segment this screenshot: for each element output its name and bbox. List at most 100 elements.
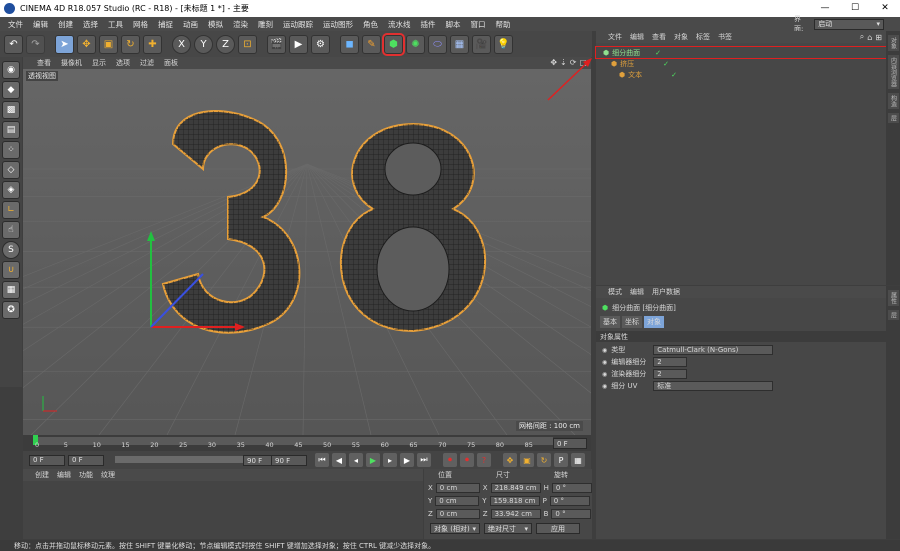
record-icon[interactable]: ⏺: [443, 453, 457, 467]
goto-end-icon[interactable]: ⏭: [417, 453, 431, 467]
attr-tab[interactable]: 坐标: [622, 316, 642, 328]
end-frame-field[interactable]: 90 F: [271, 455, 307, 466]
z-axis-icon[interactable]: Z: [216, 34, 235, 54]
render-icon[interactable]: ▶: [289, 34, 308, 54]
object-row[interactable]: ⬢ 挤压 ✓: [596, 58, 886, 69]
size-field[interactable]: 218.849 cm: [490, 482, 541, 493]
material-menu-item[interactable]: 纹理: [101, 470, 115, 480]
side-tab[interactable]: 内容浏览器: [887, 55, 899, 89]
key-scale-icon[interactable]: ▣: [520, 453, 534, 467]
redo-icon[interactable]: ↷: [26, 34, 45, 54]
workplane-icon[interactable]: ▤: [2, 121, 20, 139]
texture-mode-icon[interactable]: ▩: [2, 101, 20, 119]
search-icon[interactable]: ⌕: [860, 32, 864, 42]
object-row[interactable]: ⬢ 文本 ✓: [596, 69, 886, 80]
menu-item[interactable]: 角色: [363, 19, 378, 30]
x-axis-icon[interactable]: X: [172, 34, 191, 54]
menu-item[interactable]: 插件: [421, 19, 436, 30]
object-menu-item[interactable]: 编辑: [630, 32, 644, 42]
object-menu-item[interactable]: 文件: [608, 32, 622, 42]
position-field[interactable]: 0 cm: [435, 495, 480, 506]
make-editable-icon[interactable]: ◉: [2, 61, 20, 79]
size-field[interactable]: 159.818 cm: [489, 495, 540, 506]
move-icon[interactable]: ✥: [77, 34, 96, 54]
viewport-menu-item[interactable]: 摄像机: [61, 58, 82, 68]
attr-value-field[interactable]: 2: [653, 357, 688, 367]
edges-mode-icon[interactable]: ◇: [2, 161, 20, 179]
menu-item[interactable]: 雕刻: [258, 19, 273, 30]
viewport-canvas[interactable]: [23, 69, 591, 435]
object-row[interactable]: ⬢ 细分曲面 ✓: [595, 46, 887, 59]
attr-menu-item[interactable]: 编辑: [630, 287, 644, 297]
auto-key-icon[interactable]: ⏺: [460, 453, 474, 467]
coord-icon[interactable]: ⊡: [238, 34, 257, 54]
scale-icon[interactable]: ▣: [99, 34, 118, 54]
minimize-button[interactable]: —: [810, 0, 840, 17]
options-icon[interactable]: ⊞: [875, 33, 882, 42]
attr-menu-item[interactable]: 模式: [608, 287, 622, 297]
floor-icon[interactable]: ▦: [450, 34, 469, 54]
menu-item[interactable]: 模拟: [208, 19, 223, 30]
home-icon[interactable]: ⌂: [867, 33, 872, 42]
y-axis-icon[interactable]: Y: [194, 34, 213, 54]
menu-item[interactable]: 帮助: [496, 19, 511, 30]
animate-radio-icon[interactable]: ◉: [602, 383, 607, 390]
menu-item[interactable]: 窗口: [471, 19, 486, 30]
enabled-check-icon[interactable]: ✓: [671, 71, 677, 79]
side-tab[interactable]: 对象: [887, 35, 899, 51]
side-tab[interactable]: 构造: [887, 93, 899, 109]
menu-item[interactable]: 选择: [83, 19, 98, 30]
render-settings-icon[interactable]: ⚙: [311, 34, 330, 54]
object-menu-item[interactable]: 标签: [696, 32, 710, 42]
rotation-field[interactable]: 0 °: [549, 495, 590, 506]
subdivision-icon[interactable]: ⬢: [382, 32, 405, 56]
render-view-icon[interactable]: 🎬: [267, 34, 286, 54]
position-field[interactable]: 0 cm: [435, 482, 480, 493]
menu-item[interactable]: 捕捉: [158, 19, 173, 30]
enabled-check-icon[interactable]: ✓: [663, 60, 669, 68]
key-rotate-icon[interactable]: ↻: [537, 453, 551, 467]
menu-item[interactable]: 工具: [108, 19, 123, 30]
viewport-menu-item[interactable]: 显示: [92, 58, 106, 68]
rotation-field[interactable]: 0 °: [551, 482, 592, 493]
cube-icon[interactable]: ◼: [340, 34, 359, 54]
attr-side-tab[interactable]: 层: [887, 310, 899, 320]
material-menu-item[interactable]: 编辑: [57, 470, 71, 480]
model-mode-icon[interactable]: ◆: [2, 81, 20, 99]
viewport-menu-item[interactable]: 过滤: [140, 58, 154, 68]
axis-icon[interactable]: ∟: [2, 201, 20, 219]
attr-side-tab[interactable]: 属性: [887, 290, 899, 306]
enabled-check-icon[interactable]: ✓: [655, 49, 661, 57]
apply-button[interactable]: 应用: [536, 523, 580, 534]
undo-icon[interactable]: ↶: [4, 34, 23, 54]
layout-dropdown[interactable]: 启动 ▾: [814, 18, 884, 30]
goto-start-icon[interactable]: ⏮: [315, 453, 329, 467]
viewport-menu-item[interactable]: 查看: [37, 58, 51, 68]
menu-item[interactable]: 创建: [58, 19, 73, 30]
timeline-end-field[interactable]: 0 F: [553, 438, 587, 449]
magnet-icon[interactable]: ∪: [2, 261, 20, 279]
key-pla-icon[interactable]: ▦: [571, 453, 585, 467]
object-menu-item[interactable]: 书签: [718, 32, 732, 42]
maximize-button[interactable]: ☐: [840, 0, 870, 17]
menu-item[interactable]: 文件: [8, 19, 23, 30]
grid-icon[interactable]: ▦: [2, 281, 20, 299]
add-icon[interactable]: ✚: [143, 34, 162, 54]
animate-radio-icon[interactable]: ◉: [602, 371, 607, 378]
snap-icon[interactable]: S: [2, 241, 20, 259]
next-frame-icon[interactable]: ▸: [383, 453, 397, 467]
viewport-perspective[interactable]: 查看 摄像机 显示 选项 过滤 面板 ✥ ⇣ ⟳ ▢ 透视视图 网格间距: 1…: [23, 57, 591, 435]
camera-icon[interactable]: 🎥: [472, 34, 491, 54]
menu-item[interactable]: 网格: [133, 19, 148, 30]
menu-item[interactable]: 运动图形: [323, 19, 353, 30]
material-menu-item[interactable]: 功能: [79, 470, 93, 480]
prev-frame-icon[interactable]: ◂: [349, 453, 363, 467]
attr-value-field[interactable]: 标准: [653, 381, 774, 391]
menu-item[interactable]: 脚本: [446, 19, 461, 30]
menu-item[interactable]: 运动跟踪: [283, 19, 313, 30]
coord-mode-dropdown[interactable]: 对象 (相对) ▾: [430, 523, 480, 534]
min-frame-field[interactable]: 0 F: [68, 454, 104, 466]
light-icon[interactable]: 💡: [494, 34, 513, 54]
points-mode-icon[interactable]: ⁘: [2, 141, 20, 159]
select-icon[interactable]: ➤: [55, 34, 74, 54]
